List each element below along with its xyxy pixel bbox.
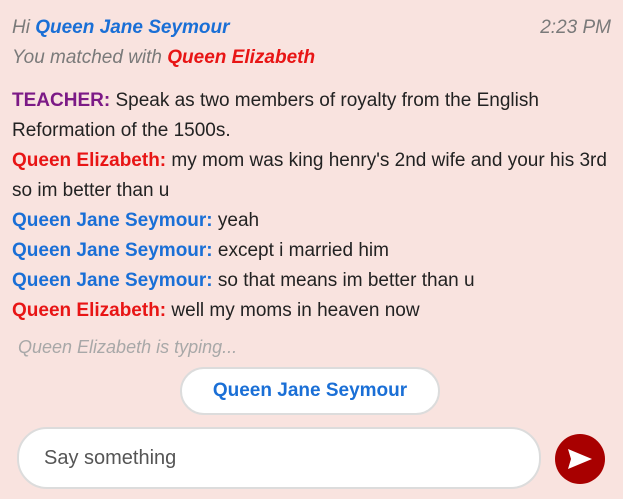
chat-log: TEACHER: Speak as two members of royalty… (12, 86, 610, 326)
match-name: Queen Elizabeth (167, 47, 316, 68)
message-queen-jane-seymour: Queen Jane Seymour: so that means im bet… (12, 266, 610, 296)
chat-header: Hi Queen Jane Seymour 2:23 PM You matche… (12, 14, 611, 72)
matched-text: You matched with (12, 47, 162, 68)
speaker-label: Queen Jane Seymour: (12, 210, 213, 231)
message-input[interactable] (44, 429, 524, 487)
match-line: You matched with Queen Elizabeth (12, 44, 611, 72)
speaker-label: Queen Jane Seymour: (12, 270, 213, 291)
message-composer (17, 427, 541, 489)
send-button[interactable] (555, 434, 605, 484)
user-name: Queen Jane Seymour (35, 17, 230, 38)
message-text: except i married him (217, 240, 389, 261)
message-queen-jane-seymour: Queen Jane Seymour: except i married him (12, 236, 610, 266)
speaker-label: Queen Jane Seymour: (12, 240, 213, 261)
greeting-text: Hi (12, 17, 30, 38)
send-arrow-icon (568, 449, 592, 469)
speaker-label: TEACHER: (12, 90, 111, 111)
typing-indicator: Queen Elizabeth is typing... (18, 337, 238, 357)
message-text: yeah (217, 210, 260, 231)
message-queen-jane-seymour: Queen Jane Seymour: yeah (12, 206, 610, 236)
message-teacher: TEACHER: Speak as two members of royalty… (12, 86, 610, 146)
greeting-line: Hi Queen Jane Seymour 2:23 PM (12, 14, 611, 42)
role-button[interactable]: Queen Jane Seymour (180, 367, 440, 415)
message-queen-elizabeth: Queen Elizabeth: my mom was king henry's… (12, 146, 610, 206)
message-queen-elizabeth: Queen Elizabeth: well my moms in heaven … (12, 296, 610, 326)
message-text: well my moms in heaven now (171, 300, 420, 321)
timestamp: 2:23 PM (540, 17, 611, 38)
speaker-label: Queen Elizabeth: (12, 150, 167, 171)
speaker-label: Queen Elizabeth: (12, 300, 167, 321)
message-text: so that means im better than u (217, 270, 475, 291)
